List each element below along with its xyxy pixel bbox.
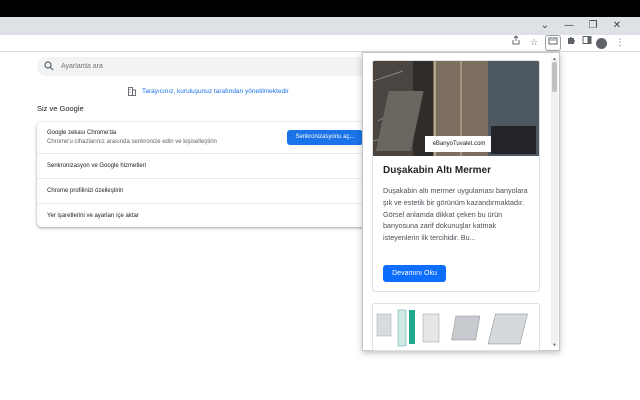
minimize-button[interactable]: — bbox=[557, 17, 581, 35]
profile-avatar-icon[interactable] bbox=[596, 38, 607, 49]
search-input[interactable] bbox=[61, 60, 361, 73]
article-image[interactable]: eBanyoTuvalet.com bbox=[373, 61, 539, 156]
maximize-button[interactable]: ❐ bbox=[581, 17, 605, 35]
article-excerpt: Duşakabin altı mermer uygulaması banyola… bbox=[383, 186, 528, 243]
building-icon bbox=[128, 86, 136, 96]
extension-active-icon[interactable] bbox=[545, 35, 561, 51]
sync-card-title: Google zekası Chrome'da bbox=[47, 130, 117, 136]
scroll-up-arrow-icon[interactable]: ▲ bbox=[551, 56, 558, 61]
share-icon[interactable] bbox=[508, 35, 524, 51]
popup-scrollbar[interactable]: ▲ ▼ bbox=[551, 56, 558, 347]
search-icon bbox=[44, 61, 54, 71]
image-watermark: eBanyoTuvalet.com bbox=[432, 141, 486, 147]
article-card: eBanyoTuvalet.com Duşakabin Altı Mermer … bbox=[372, 60, 540, 292]
read-more-button[interactable]: Devamını Oku bbox=[383, 265, 446, 282]
title-bar bbox=[0, 0, 640, 17]
article-title: Duşakabin Altı Mermer bbox=[383, 165, 491, 176]
row-label: Yer işaretlerini ve ayarları içe aktar bbox=[47, 213, 139, 219]
section-title: Siz ve Google bbox=[37, 104, 84, 113]
settings-row-import-bookmarks[interactable]: Yer işaretlerini ve ayarları içe aktar bbox=[37, 203, 367, 227]
article-card-2 bbox=[372, 303, 540, 351]
browser-toolbar bbox=[0, 35, 640, 52]
scroll-thumb[interactable] bbox=[552, 62, 557, 92]
you-and-google-card: Google zekası Chrome'da Chrome'u cihazla… bbox=[37, 122, 367, 227]
sync-card-subtitle: Chrome'u cihazlarınız arasında senkroniz… bbox=[47, 139, 217, 145]
settings-search[interactable] bbox=[37, 57, 367, 76]
tab-search-icon[interactable]: ⌄ bbox=[533, 17, 557, 35]
kebab-menu-icon[interactable]: ⋮ bbox=[612, 35, 628, 51]
close-button[interactable]: ✕ bbox=[605, 17, 629, 35]
turn-on-sync-button[interactable]: Senkronizasyonu aç... bbox=[287, 130, 363, 145]
settings-row-customize-profile[interactable]: Chrome profilinizi özelleştirin bbox=[37, 178, 367, 203]
managed-notice-link[interactable]: Tarayıcınız, kuruluşunuz tarafından yöne… bbox=[142, 88, 289, 95]
row-label: Chrome profilinizi özelleştirin bbox=[47, 188, 124, 194]
puzzle-extensions-icon[interactable] bbox=[563, 35, 579, 51]
side-panel-icon[interactable] bbox=[579, 35, 595, 51]
bookmark-star-icon[interactable]: ☆ bbox=[526, 35, 542, 51]
scroll-down-arrow-icon[interactable]: ▼ bbox=[551, 342, 558, 347]
settings-row-sync-services[interactable]: Senkronizasyon ve Google hizmetleri bbox=[37, 153, 367, 178]
row-label: Senkronizasyon ve Google hizmetleri bbox=[47, 163, 147, 169]
managed-notice[interactable]: Tarayıcınız, kuruluşunuz tarafından yöne… bbox=[128, 86, 289, 96]
article-2-image[interactable] bbox=[373, 304, 540, 351]
